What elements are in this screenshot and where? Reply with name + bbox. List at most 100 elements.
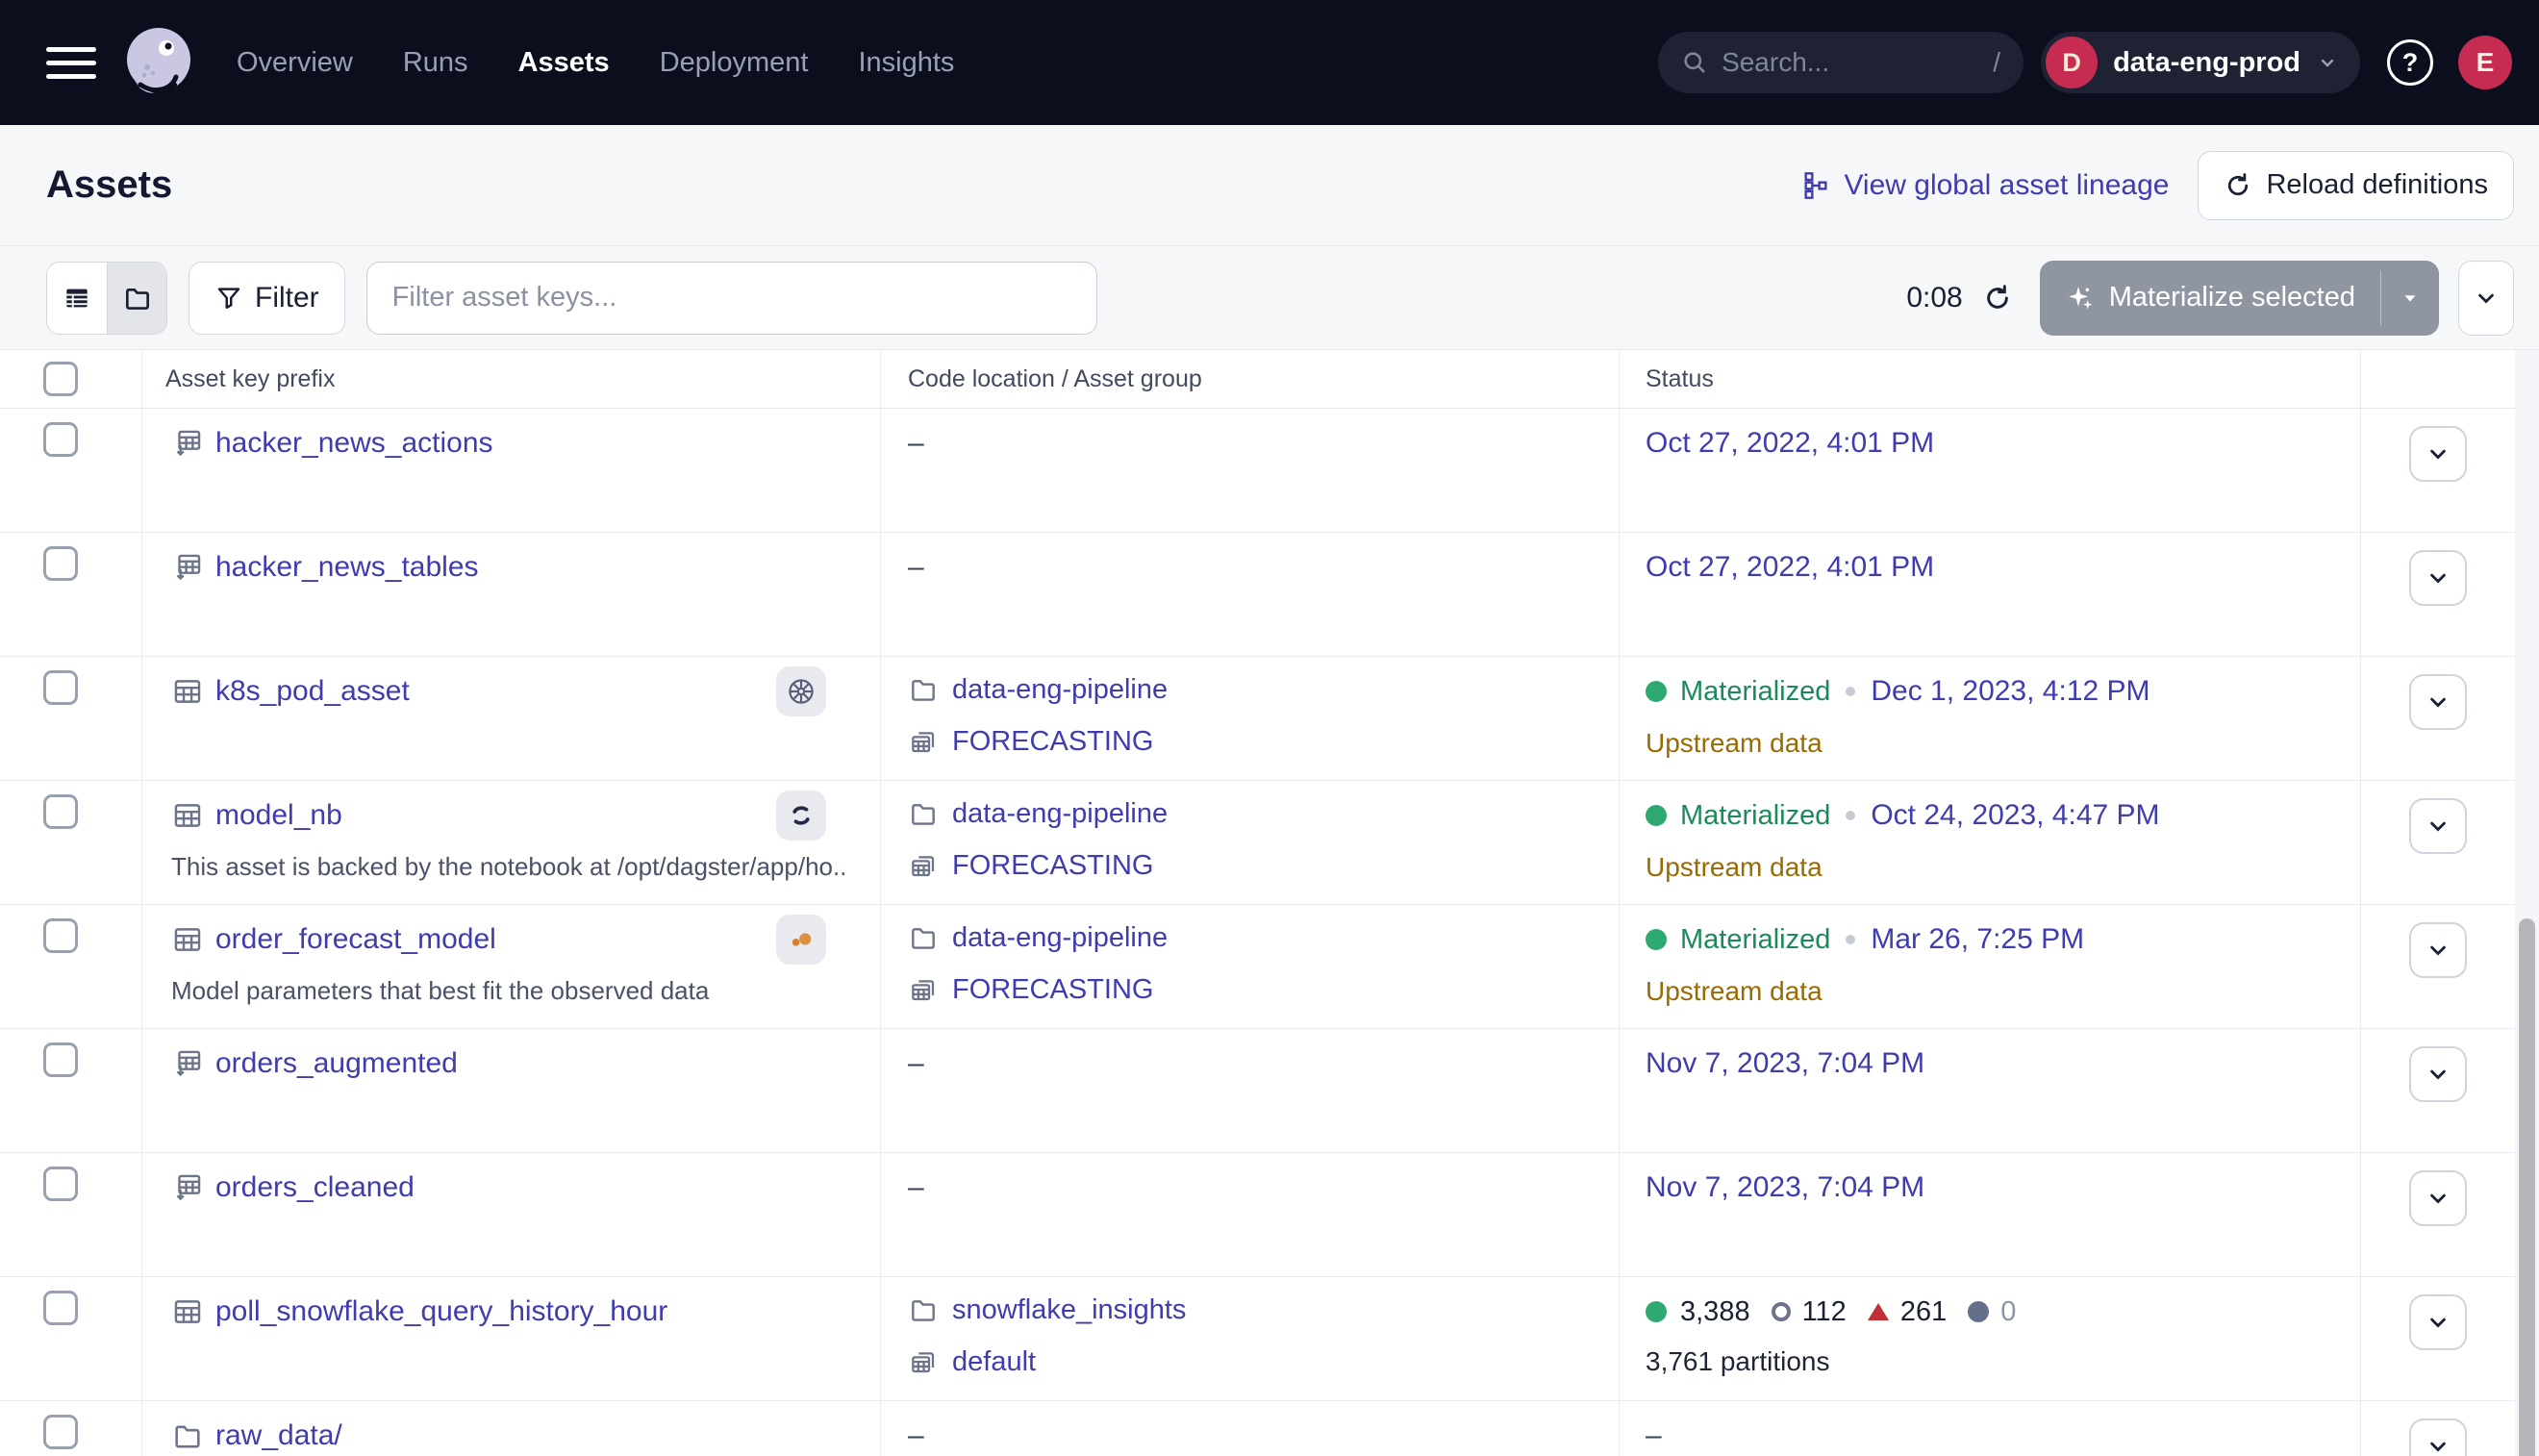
filter-asset-keys-input[interactable] xyxy=(366,262,1097,335)
reload-definitions-button[interactable]: Reload definitions xyxy=(2198,151,2514,220)
row-expand-button[interactable] xyxy=(2409,1046,2467,1102)
column-header-asset-key: Asset key prefix xyxy=(142,350,881,408)
lineage-icon xyxy=(1801,170,1832,201)
jupyter-icon xyxy=(776,915,826,965)
materialize-selected-button[interactable]: Materialize selected xyxy=(2040,261,2439,336)
materialized-dot xyxy=(1646,681,1667,702)
row-checkbox[interactable] xyxy=(43,794,78,829)
last-materialization-link[interactable]: Dec 1, 2023, 4:12 PM xyxy=(1871,675,2149,708)
table-icon xyxy=(171,799,204,832)
kubernetes-icon xyxy=(776,666,826,716)
row-expand-button[interactable] xyxy=(2409,798,2467,854)
column-header-status: Status xyxy=(1620,350,2361,408)
search-icon xyxy=(1681,49,1708,76)
nav-item-insights[interactable]: Insights xyxy=(858,47,954,79)
materialize-options-caret[interactable] xyxy=(2381,261,2439,336)
row-expand-button[interactable] xyxy=(2409,674,2467,730)
refresh-timer: 0:08 xyxy=(1906,282,1962,314)
table-row: hacker_news_tables – Oct 27, 2022, 4:01 … xyxy=(0,533,2539,657)
last-materialization-link[interactable]: Oct 24, 2023, 4:47 PM xyxy=(1871,799,2159,832)
row-expand-button[interactable] xyxy=(2409,1170,2467,1226)
code-location-folder-icon xyxy=(908,674,939,705)
row-checkbox[interactable] xyxy=(43,1291,78,1325)
nav-item-assets[interactable]: Assets xyxy=(518,47,610,79)
row-checkbox[interactable] xyxy=(43,1415,78,1449)
scrollbar-thumb[interactable] xyxy=(2519,918,2535,1456)
dagster-logo[interactable] xyxy=(121,25,196,100)
asset-name-link[interactable]: order_forecast_model xyxy=(215,923,496,956)
code-location-link[interactable]: data-eng-pipeline xyxy=(952,674,1168,706)
asset-group-link[interactable]: FORECASTING xyxy=(952,850,1153,882)
asset-name-link[interactable]: hacker_news_actions xyxy=(215,427,493,460)
row-checkbox[interactable] xyxy=(43,1167,78,1201)
asset-prefix-icon xyxy=(171,551,204,584)
last-materialization-link[interactable]: Oct 27, 2022, 4:01 PM xyxy=(1646,427,1934,459)
last-materialization-link[interactable]: Oct 27, 2022, 4:01 PM xyxy=(1646,551,1934,583)
materialized-dot xyxy=(1646,929,1667,950)
table-icon xyxy=(171,923,204,956)
code-location-link[interactable]: data-eng-pipeline xyxy=(952,798,1168,830)
global-search[interactable]: / xyxy=(1658,32,2024,93)
asset-name-link[interactable]: hacker_news_tables xyxy=(215,551,479,584)
row-expand-button[interactable] xyxy=(2409,1418,2467,1456)
directory-view-toggle[interactable] xyxy=(107,263,166,334)
upstream-data-tag[interactable]: Upstream data xyxy=(1646,728,2360,759)
code-location-folder-icon xyxy=(908,1294,939,1325)
asset-name-link[interactable]: model_nb xyxy=(215,799,342,832)
asset-group-link[interactable]: FORECASTING xyxy=(952,726,1153,758)
asset-name-link[interactable]: poll_snowflake_query_history_hour xyxy=(215,1295,667,1328)
asset-name-link[interactable]: orders_augmented xyxy=(215,1047,458,1080)
row-expand-button[interactable] xyxy=(2409,426,2467,482)
asset-name-link[interactable]: raw_data/ xyxy=(215,1419,342,1452)
flat-view-toggle[interactable] xyxy=(47,263,107,334)
asset-name-link[interactable]: k8s_pod_asset xyxy=(215,675,410,708)
search-input[interactable] xyxy=(1722,47,1979,78)
deployment-switcher[interactable]: D data-eng-prod xyxy=(2041,32,2360,93)
view-global-asset-lineage-link[interactable]: View global asset lineage xyxy=(1801,169,2169,202)
table-row: raw_data/ – – xyxy=(0,1401,2539,1456)
row-checkbox[interactable] xyxy=(43,670,78,705)
last-materialization-link[interactable]: Mar 26, 7:25 PM xyxy=(1871,923,2084,956)
upstream-data-tag[interactable]: Upstream data xyxy=(1646,976,2360,1007)
missing-ring-icon xyxy=(1772,1302,1791,1321)
row-expand-button[interactable] xyxy=(2409,1294,2467,1350)
refresh-icon-button[interactable] xyxy=(1982,283,2013,314)
table-row: k8s_pod_asset xyxy=(0,657,2539,781)
nav-item-runs[interactable]: Runs xyxy=(403,47,468,79)
row-expand-button[interactable] xyxy=(2409,550,2467,606)
upstream-data-tag[interactable]: Upstream data xyxy=(1646,852,2360,883)
help-icon[interactable]: ? xyxy=(2387,39,2433,86)
scrollbar-track[interactable] xyxy=(2515,350,2539,1456)
in-progress-dot xyxy=(1968,1301,1989,1322)
toolbar-more-button[interactable] xyxy=(2458,261,2514,336)
filter-button[interactable]: Filter xyxy=(189,262,345,335)
materialized-label: Materialized xyxy=(1680,924,1830,956)
row-expand-button[interactable] xyxy=(2409,922,2467,978)
row-checkbox[interactable] xyxy=(43,918,78,953)
code-location-link[interactable]: data-eng-pipeline xyxy=(952,922,1168,954)
asset-group-icon xyxy=(908,974,939,1005)
asset-name-link[interactable]: orders_cleaned xyxy=(215,1171,415,1204)
partitions-count: 3,761 partitions xyxy=(1646,1346,2360,1377)
folder-icon xyxy=(171,1419,204,1452)
asset-group-link[interactable]: FORECASTING xyxy=(952,974,1153,1006)
nav-item-deployment[interactable]: Deployment xyxy=(660,47,809,79)
page-title: Assets xyxy=(46,163,172,207)
table-header-row: Asset key prefix Code location / Asset g… xyxy=(0,350,2539,409)
code-location-link[interactable]: snowflake_insights xyxy=(952,1294,1186,1326)
asset-prefix-icon xyxy=(171,427,204,460)
row-checkbox[interactable] xyxy=(43,422,78,457)
nav-item-overview[interactable]: Overview xyxy=(237,47,353,79)
failed-triangle-icon xyxy=(1868,1303,1889,1320)
row-checkbox[interactable] xyxy=(43,546,78,581)
menu-icon[interactable] xyxy=(46,47,96,79)
last-materialization-link[interactable]: Nov 7, 2023, 7:04 PM xyxy=(1646,1171,1924,1203)
separator-dot xyxy=(1846,687,1855,696)
last-materialization-link[interactable]: Nov 7, 2023, 7:04 PM xyxy=(1646,1047,1924,1079)
page-header: Assets View global asset lineage Reload … xyxy=(0,125,2539,246)
user-avatar[interactable]: E xyxy=(2458,36,2512,89)
table-icon xyxy=(171,675,204,708)
row-checkbox[interactable] xyxy=(43,1042,78,1077)
select-all-checkbox[interactable] xyxy=(43,362,78,396)
asset-group-link[interactable]: default xyxy=(952,1346,1036,1378)
